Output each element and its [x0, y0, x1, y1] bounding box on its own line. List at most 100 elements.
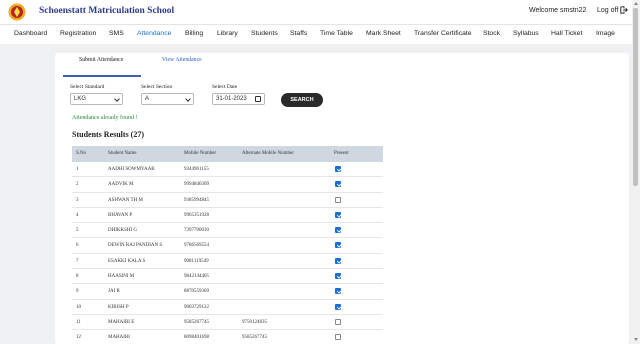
section-select[interactable]: A [141, 93, 194, 105]
cell-mobile: 8098401698 [184, 335, 209, 341]
logoff-button[interactable]: Log off [597, 6, 629, 14]
date-value: 31-01-2023 [216, 96, 247, 102]
present-checkbox[interactable] [335, 257, 341, 264]
cell-mobile: 9344961155 [184, 167, 209, 172]
nav-item-time-table[interactable]: Time Table [320, 30, 353, 37]
table-row: 2 AADVIK M 9994846309 [72, 177, 383, 193]
standard-select[interactable]: LKG [70, 93, 123, 105]
section-value: A [145, 96, 150, 102]
cell-sno: 2 [76, 182, 79, 188]
present-checkbox[interactable] [335, 303, 341, 310]
date-input[interactable]: 31-01-2023 [212, 93, 265, 105]
active-tab-indicator [63, 75, 141, 77]
attendance-card: Submit Attendance View Attendance Select… [55, 53, 629, 344]
cell-sno: 11 [76, 319, 81, 325]
chevron-down-icon [185, 96, 191, 102]
table-row: 10 KIRISH P 9003729122 [72, 300, 383, 315]
cell-sno: 9 [76, 289, 79, 295]
cell-sno: 10 [76, 304, 81, 310]
cell-student-name: ESAKKI KALA S [108, 258, 146, 264]
standard-value: LKG [74, 96, 87, 102]
cell-student-name: DEWIN RAJ PANDIAN S [108, 243, 163, 249]
nav-item-syllabus[interactable]: Syllabus [513, 30, 539, 37]
standard-label: Select Standard [70, 84, 105, 90]
table-row: 11 MAHAIRI E 9585267745 9750124835 [72, 314, 383, 331]
search-button[interactable]: SEARCH [281, 93, 323, 107]
nav-item-dashboard[interactable]: Dashboard [14, 30, 47, 37]
logoff-label: Log off [597, 6, 619, 14]
nav-item-attendance[interactable]: Attendance [137, 30, 171, 37]
tab-submit-attendance[interactable]: Submit Attendance [79, 57, 123, 63]
table-row: 9 JAI R 8870559369 [72, 284, 383, 300]
welcome-text: Welcome smstn22 [529, 7, 587, 14]
present-checkbox[interactable] [335, 181, 341, 188]
cell-mobile: 9385994845 [184, 197, 209, 203]
cell-student-name: MAHAIRI E [108, 319, 135, 325]
school-name: Schoenstatt Matriculation School [39, 6, 175, 16]
status-message: Attendance already found ! [72, 115, 138, 121]
present-checkbox[interactable] [335, 166, 341, 172]
cell-mobile: 9003729122 [184, 304, 209, 310]
nav-item-library[interactable]: Library [217, 30, 238, 37]
cell-sno: 3 [76, 197, 79, 203]
students-table: S.No Student Name Mobile Number Alternat… [72, 146, 383, 344]
chevron-down-icon [114, 96, 120, 102]
cell-sno: 4 [76, 212, 79, 218]
cell-mobile: 9585267745 [184, 319, 209, 325]
nav-item-transfer-certificate[interactable]: Transfer Certificate [414, 30, 472, 37]
nav-item-image[interactable]: Image [596, 30, 615, 37]
col-alt-mobile: Alternate Mobile Number [242, 151, 294, 156]
page-scrollbar[interactable] [632, 0, 640, 344]
cell-sno: 1 [76, 167, 79, 172]
cell-mobile: 7397700030 [184, 228, 209, 234]
results-title: Students Results (27) [72, 130, 145, 139]
table-row: 6 DEWIN RAJ PANDIAN S 9786569554 [72, 238, 383, 254]
nav-item-registration[interactable]: Registration [60, 30, 96, 37]
present-checkbox[interactable] [335, 273, 341, 280]
cell-alt-mobile: 9750124835 [242, 319, 267, 325]
nav-item-hall-ticket[interactable]: Hall Ticket [551, 30, 582, 37]
table-row: 12 MAHAIRI 8098401698 9585267745 [72, 330, 383, 344]
table-row: 3 ASHWAN TH M 9385994845 [72, 192, 383, 208]
col-mobile: Mobile Number [184, 151, 217, 156]
cell-student-name: MAHAIRI [108, 335, 130, 341]
present-checkbox[interactable] [335, 227, 341, 234]
nav-item-billing[interactable]: Billing [185, 30, 203, 37]
scroll-down-arrow-icon[interactable] [634, 338, 638, 341]
cell-student-name: JAI R [108, 289, 120, 295]
cell-mobile: 9081119549 [184, 258, 209, 264]
cell-sno: 12 [76, 335, 81, 341]
cell-student-name: AADHI SOWMYAAB [108, 167, 155, 172]
scroll-thumb[interactable] [633, 8, 638, 186]
cell-alt-mobile: 9585267745 [242, 335, 267, 341]
present-checkbox[interactable] [335, 242, 341, 249]
cell-mobile: 9842144405 [184, 274, 209, 280]
present-checkbox[interactable] [335, 318, 341, 325]
present-checkbox[interactable] [335, 211, 341, 218]
tab-view-attendance[interactable]: View Attendance [162, 57, 202, 63]
present-checkbox[interactable] [335, 288, 341, 295]
present-checkbox[interactable] [335, 334, 341, 341]
nav-item-students[interactable]: Students [251, 30, 278, 37]
table-row: 1 AADHI SOWMYAAB 9344961155 [72, 162, 383, 178]
nav-item-staffs[interactable]: Staffs [290, 30, 307, 37]
present-checkbox[interactable] [335, 196, 341, 203]
cell-student-name: BHAVAN P [108, 212, 133, 218]
table-row: 4 BHAVAN P 9965351928 [72, 208, 383, 224]
col-sno: S.No [76, 151, 87, 156]
table-row: 5 DHIKKSHI G 7397700030 [72, 223, 383, 239]
calendar-icon [255, 96, 261, 102]
table-header: S.No Student Name Mobile Number Alternat… [72, 146, 383, 162]
nav-item-stock[interactable]: Stock [483, 30, 500, 37]
cell-student-name: KIRISH P [108, 304, 129, 310]
col-student-name: Student Name [108, 151, 137, 156]
nav-item-sms[interactable]: SMS [109, 30, 124, 37]
cell-sno: 7 [76, 258, 79, 264]
scroll-up-arrow-icon[interactable] [634, 2, 638, 5]
table-row: 8 HAASINI M 9842144405 [72, 269, 383, 285]
nav-item-mark-sheet[interactable]: Mark Sheet [366, 30, 401, 37]
cell-mobile: 9994846309 [184, 182, 209, 188]
cell-sno: 5 [76, 228, 79, 234]
cell-mobile: 9786569554 [184, 243, 209, 249]
section-label: Select Section [141, 84, 173, 90]
